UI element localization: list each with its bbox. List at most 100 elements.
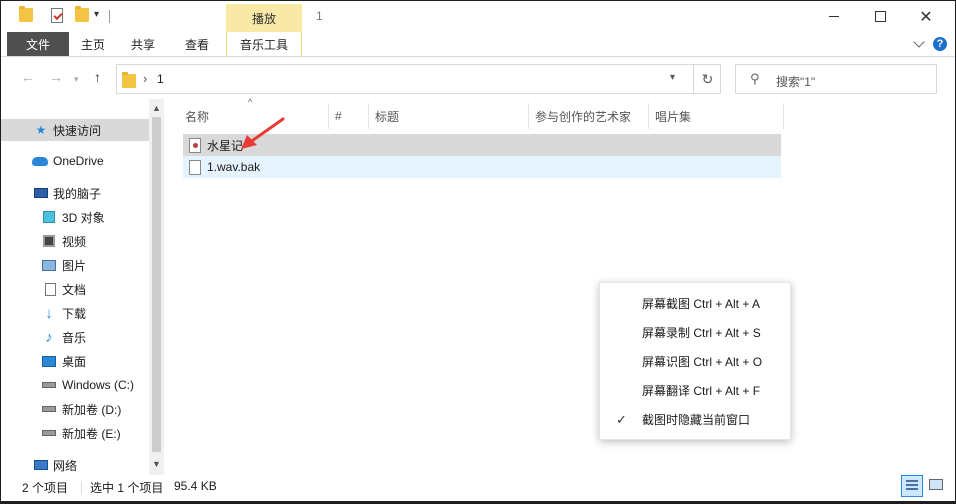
sidebar-item-pictures[interactable]: 图片 [1, 254, 149, 276]
sidebar-item-label: 3D 对象 [62, 210, 105, 225]
column-header-title[interactable]: 标题 [375, 103, 399, 129]
sidebar-item-label: 快速访问 [53, 123, 102, 138]
sidebar-item-this-pc[interactable]: 我的脑子 [1, 182, 149, 204]
close-button[interactable]: ✕ [903, 1, 949, 32]
maximize-button[interactable] [857, 1, 903, 32]
tab-view[interactable]: 查看 [175, 32, 219, 56]
sidebar-item-label: 我的脑子 [53, 186, 102, 201]
file-name: 1.wav.bak [207, 160, 261, 174]
sidebar-item-label: 文档 [62, 282, 87, 297]
help-icon[interactable]: ? [933, 37, 947, 51]
menu-item-label: 屏幕截图 Ctrl + Alt + A [642, 297, 761, 311]
sidebar-item-documents[interactable]: 文档 [1, 278, 149, 300]
properties-icon[interactable] [51, 8, 63, 23]
new-folder-icon[interactable] [75, 6, 89, 22]
explorer-window: ▾ 播放 1 ✕ 文件 主页 共享 查看 音乐工具 ? ← → ▾ ↑ › 1 … [1, 1, 955, 501]
forward-button[interactable]: → [49, 69, 63, 85]
column-header-name[interactable]: 名称 [185, 103, 209, 129]
toolbar-divider [109, 10, 110, 23]
checkmark-icon: ✓ [616, 411, 627, 427]
sidebar-item-downloads[interactable]: ↓ 下载 [1, 302, 149, 324]
sidebar-item-drive-d[interactable]: 新加卷 (D:) [1, 398, 149, 420]
column-header-album[interactable]: 唱片集 [655, 103, 691, 129]
sidebar-item-quick-access[interactable]: ★ 快速访问 [1, 119, 149, 141]
status-selection: 选中 1 个项目 [90, 481, 164, 495]
media-file-icon [189, 137, 201, 153]
scroll-down-icon[interactable]: ▼ [152, 459, 161, 469]
sidebar-item-label: 图片 [62, 258, 87, 273]
star-icon: ★ [35, 123, 47, 137]
column-header-artists[interactable]: 参与创作的艺术家 [535, 103, 631, 129]
tab-music-tools[interactable]: 音乐工具 [226, 32, 302, 56]
sidebar-item-onedrive[interactable]: OneDrive [1, 150, 149, 172]
large-icons-view-button[interactable] [925, 475, 947, 497]
folder-icon [122, 72, 136, 88]
sidebar-item-label: 音乐 [62, 330, 87, 345]
expand-ribbon-icon[interactable] [913, 36, 925, 48]
status-size: 95.4 KB [174, 479, 217, 493]
sidebar-item-drive-c[interactable]: Windows (C:) [1, 374, 149, 396]
tab-home[interactable]: 主页 [71, 32, 115, 56]
details-view-icon [906, 480, 918, 490]
menu-item-screen-record[interactable]: 屏幕录制 Ctrl + Alt + S [600, 318, 790, 347]
address-dropdown-icon[interactable]: ▾ [670, 72, 675, 83]
thumbnail-view-icon [929, 479, 943, 490]
search-box[interactable]: ⚲ 搜索"1" [735, 64, 937, 94]
desktop-icon [41, 354, 57, 368]
minimize-button[interactable] [811, 1, 857, 32]
menu-item-label: 截图时隐藏当前窗口 [642, 413, 751, 427]
sidebar-item-videos[interactable]: 视频 [1, 230, 149, 252]
column-divider[interactable] [528, 103, 529, 129]
search-icon: ⚲ [750, 71, 760, 86]
breadcrumb-chevron-icon[interactable]: › [143, 71, 147, 86]
status-divider [81, 481, 82, 495]
column-header-track[interactable]: # [335, 103, 342, 129]
scroll-up-icon[interactable]: ▲ [152, 103, 161, 113]
sidebar-item-label: 新加卷 (E:) [62, 426, 121, 441]
column-divider[interactable] [368, 103, 369, 129]
computer-icon [33, 186, 49, 200]
list-item[interactable]: 1.wav.bak [183, 156, 781, 178]
sidebar-item-desktop[interactable]: 桌面 [1, 350, 149, 372]
drive-icon [41, 402, 57, 416]
sort-ascending-icon: ^ [248, 97, 253, 107]
sidebar-item-drive-e[interactable]: 新加卷 (E:) [1, 422, 149, 444]
details-view-button[interactable] [901, 475, 923, 497]
video-icon [41, 234, 57, 248]
drive-icon [41, 426, 57, 440]
recent-locations-icon[interactable]: ▾ [74, 74, 79, 85]
ribbon-divider [1, 56, 955, 57]
address-bar[interactable]: › 1 ▾ ↻ [116, 64, 721, 94]
sidebar-item-network[interactable]: 网络 [1, 454, 149, 476]
breadcrumb[interactable]: 1 [157, 72, 164, 86]
menu-item-label: 屏幕录制 Ctrl + Alt + S [642, 326, 761, 340]
navigation-scrollbar[interactable]: ▲ ▼ [149, 99, 164, 475]
refresh-button[interactable]: ↻ [693, 65, 721, 93]
navigation-pane: ★ 快速访问 OneDrive 我的脑子 3D 对象 视频 图片 文档 ↓ 下载… [1, 99, 149, 475]
menu-item-label: 屏幕识图 Ctrl + Alt + O [642, 355, 763, 369]
column-divider[interactable] [783, 103, 784, 129]
scrollbar-thumb[interactable] [152, 117, 161, 452]
tab-share[interactable]: 共享 [121, 32, 165, 56]
menu-item-screen-ocr[interactable]: 屏幕识图 Ctrl + Alt + O [600, 347, 790, 376]
menu-item-hide-window[interactable]: ✓ 截图时隐藏当前窗口 [600, 405, 790, 434]
search-input[interactable]: 搜索"1" [776, 73, 815, 90]
ribbon-tabs: 文件 主页 共享 查看 音乐工具 ? [1, 32, 955, 56]
back-button[interactable]: ← [21, 69, 35, 85]
sidebar-item-music[interactable]: ♪ 音乐 [1, 326, 149, 348]
tab-file[interactable]: 文件 [7, 32, 69, 56]
picture-icon [41, 258, 57, 272]
title-bar: ▾ 播放 1 ✕ [1, 1, 955, 32]
column-divider[interactable] [328, 103, 329, 129]
up-button[interactable]: ↑ [94, 69, 101, 85]
sidebar-item-label: 新加卷 (D:) [62, 402, 122, 417]
music-icon: ♪ [45, 328, 53, 346]
sidebar-item-3d-objects[interactable]: 3D 对象 [1, 206, 149, 228]
customize-toolbar-icon[interactable]: ▾ [94, 9, 99, 20]
column-divider[interactable] [648, 103, 649, 129]
screenshot-context-menu: 屏幕截图 Ctrl + Alt + A 屏幕录制 Ctrl + Alt + S … [599, 282, 791, 440]
sidebar-item-label: 桌面 [62, 354, 87, 369]
menu-item-screen-capture[interactable]: 屏幕截图 Ctrl + Alt + A [600, 289, 790, 318]
sidebar-item-label: 下载 [62, 306, 87, 321]
menu-item-screen-translate[interactable]: 屏幕翻译 Ctrl + Alt + F [600, 376, 790, 405]
